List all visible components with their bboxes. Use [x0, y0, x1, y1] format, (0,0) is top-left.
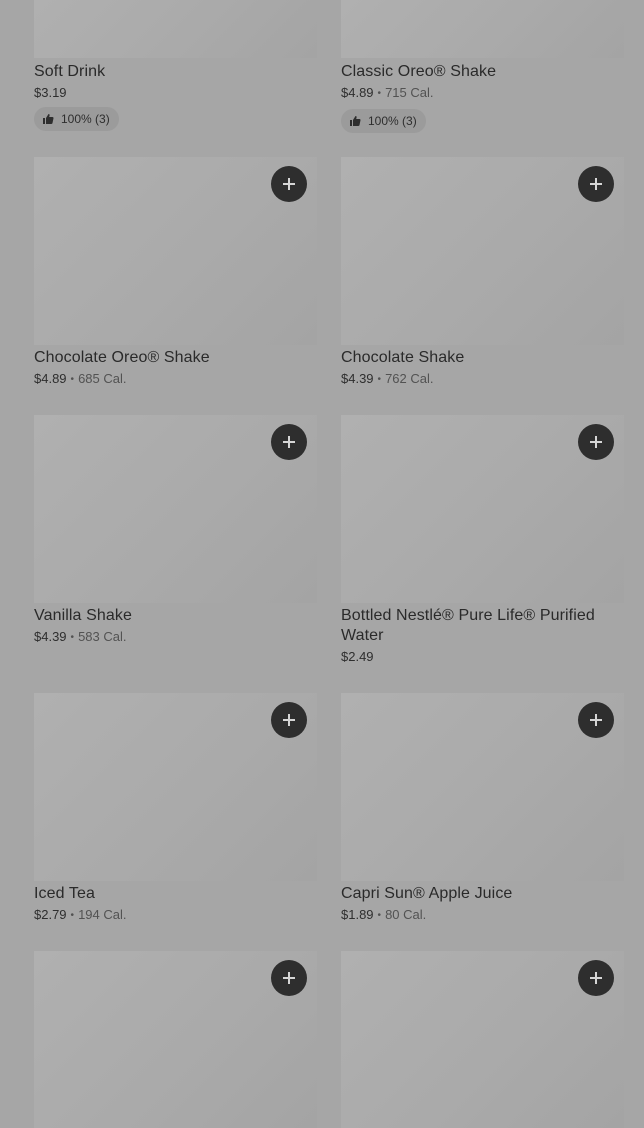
- thumbs-up-icon: [42, 113, 54, 125]
- plus-icon: [283, 972, 295, 984]
- item-calories: 762 Cal.: [385, 371, 434, 386]
- item-meta: $3.19: [34, 85, 317, 101]
- item-meta: $1.89 • 80 Cal.: [341, 907, 624, 925]
- plus-icon: [590, 972, 602, 984]
- meta-separator: •: [70, 374, 75, 385]
- item-image[interactable]: [341, 0, 624, 58]
- item-meta: $4.89 • 685 Cal.: [34, 371, 317, 389]
- item-image[interactable]: [34, 0, 317, 58]
- add-to-cart-button[interactable]: [271, 960, 307, 996]
- item-name[interactable]: Bottled Nestlé® Pure Life® Purified Wate…: [341, 606, 624, 646]
- meta-separator: •: [70, 910, 75, 921]
- item-name[interactable]: Vanilla Shake: [34, 606, 317, 626]
- item-meta: $4.39 • 583 Cal.: [34, 629, 317, 647]
- item-name[interactable]: Chocolate Oreo® Shake: [34, 348, 317, 368]
- add-to-cart-button[interactable]: [271, 424, 307, 460]
- plus-icon: [590, 714, 602, 726]
- plus-icon: [283, 714, 295, 726]
- item-price: $2.79: [34, 907, 67, 922]
- meta-separator: •: [377, 910, 382, 921]
- add-to-cart-button[interactable]: [578, 424, 614, 460]
- add-to-cart-button[interactable]: [578, 702, 614, 738]
- add-to-cart-button[interactable]: [578, 960, 614, 996]
- item-meta: $2.79 • 194 Cal.: [34, 907, 317, 925]
- add-to-cart-button[interactable]: [271, 702, 307, 738]
- plus-icon: [283, 178, 295, 190]
- item-name[interactable]: Iced Tea: [34, 884, 317, 904]
- item-price: $4.39: [341, 371, 374, 386]
- add-to-cart-button[interactable]: [578, 166, 614, 202]
- item-name[interactable]: Soft Drink: [34, 62, 317, 82]
- item-meta: $4.89 • 715 Cal.: [341, 85, 624, 103]
- plus-icon: [590, 436, 602, 448]
- item-price: $1.89: [341, 907, 374, 922]
- item-price: $3.19: [34, 85, 67, 100]
- item-price: $4.89: [34, 371, 67, 386]
- item-calories: 685 Cal.: [78, 371, 127, 386]
- item-name[interactable]: Chocolate Shake: [341, 348, 624, 368]
- add-to-cart-button[interactable]: [271, 166, 307, 202]
- rating-text: 100% (3): [368, 114, 417, 128]
- item-name[interactable]: Classic Oreo® Shake: [341, 62, 624, 82]
- meta-separator: •: [377, 88, 382, 99]
- item-name[interactable]: Capri Sun® Apple Juice: [341, 884, 624, 904]
- item-price: $4.89: [341, 85, 374, 100]
- item-calories: 80 Cal.: [385, 907, 427, 922]
- item-meta: $2.49: [341, 649, 624, 665]
- rating-badge: 100% (3): [341, 109, 426, 133]
- rating-badge: 100% (3): [34, 107, 119, 131]
- item-price: $2.49: [341, 649, 374, 664]
- plus-icon: [283, 436, 295, 448]
- item-price: $4.39: [34, 629, 67, 644]
- thumbs-up-icon: [349, 115, 361, 127]
- item-meta: $4.39 • 762 Cal.: [341, 371, 624, 389]
- item-calories: 715 Cal.: [385, 85, 434, 100]
- meta-separator: •: [70, 632, 75, 643]
- rating-text: 100% (3): [61, 112, 110, 126]
- menu-grid: Soft Drink $3.19 100% (3) Classic Oreo® …: [0, 0, 644, 1128]
- item-calories: 194 Cal.: [78, 907, 127, 922]
- meta-separator: •: [377, 374, 382, 385]
- item-calories: 583 Cal.: [78, 629, 127, 644]
- plus-icon: [590, 178, 602, 190]
